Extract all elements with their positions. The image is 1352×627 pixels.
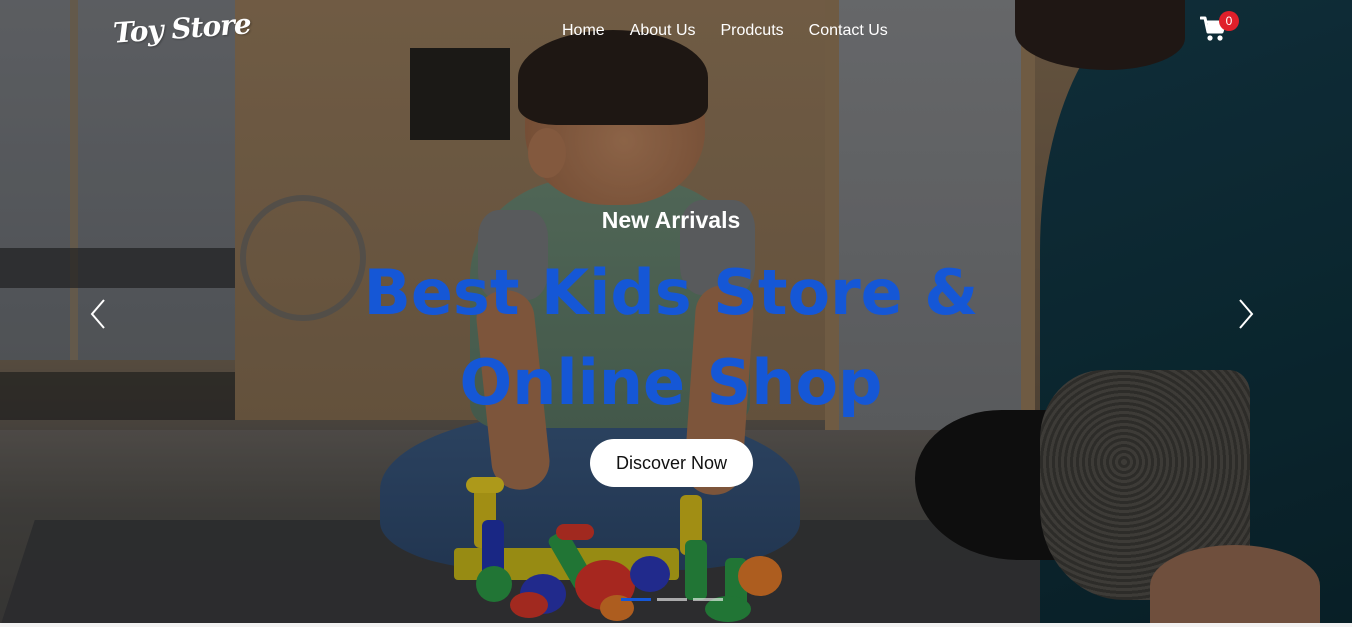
carousel-prev-button[interactable] <box>84 296 114 332</box>
carousel-indicator-2[interactable] <box>657 598 687 601</box>
page-bottom-edge <box>0 623 1352 627</box>
top-navbar: Toy Store Home About Us Prodcuts Contact… <box>0 0 1352 62</box>
carousel-indicator-1[interactable] <box>621 598 651 601</box>
cart-count-badge: 0 <box>1219 11 1239 31</box>
hero-headline-line-1: Best Kids Store & <box>363 256 979 329</box>
chevron-right-icon <box>1239 299 1254 329</box>
hero-eyebrow: New Arrivals <box>601 207 741 233</box>
carousel-next-button[interactable] <box>1230 296 1260 332</box>
brand-logo[interactable]: Toy Store <box>112 7 252 50</box>
chevron-left-icon <box>90 299 105 329</box>
nav-link-about-us[interactable]: About Us <box>630 20 696 42</box>
nav-link-home[interactable]: Home <box>562 20 605 42</box>
main-menu: Home About Us Prodcuts Contact Us <box>562 20 913 42</box>
hero-headline: Best Kids Store & Online Shop <box>0 248 1342 428</box>
nav-link-contact-us[interactable]: Contact Us <box>809 20 888 42</box>
carousel-indicators <box>621 598 723 601</box>
hero-headline-line-2: Online Shop <box>459 346 883 419</box>
carousel-indicator-3[interactable] <box>693 598 723 601</box>
discover-now-button[interactable]: Discover Now <box>590 439 753 487</box>
nav-link-products[interactable]: Prodcuts <box>721 20 784 42</box>
